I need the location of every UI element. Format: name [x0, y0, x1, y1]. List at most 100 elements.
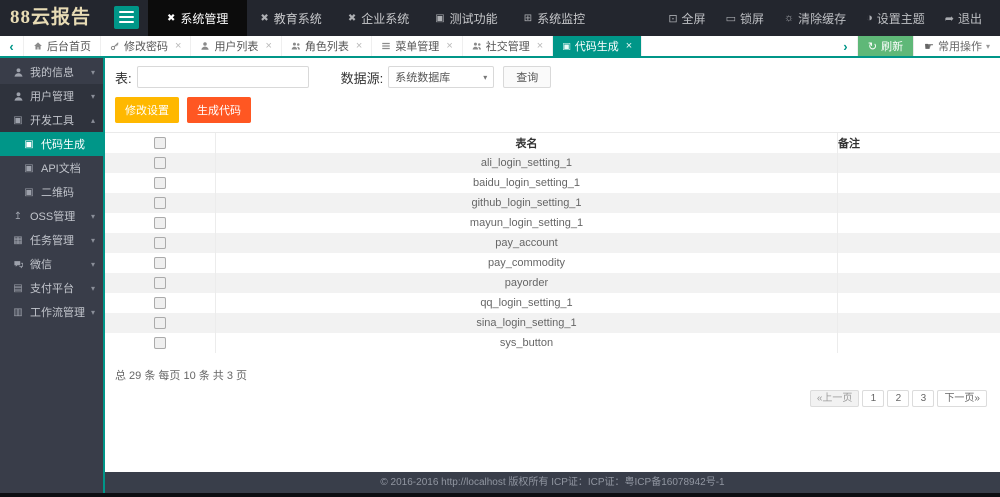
- close-icon[interactable]: ×: [356, 40, 362, 52]
- nav-item-education-system[interactable]: ✖ 教育系统: [247, 0, 334, 36]
- common-operations-dropdown[interactable]: ☛ 常用操作 ▾: [913, 36, 1000, 56]
- sidebar-item-label: 工作流管理: [30, 307, 85, 319]
- tab-label: 修改密码: [124, 41, 168, 53]
- sidebar-item-user-manage[interactable]: 用户管理 ▾: [0, 84, 103, 108]
- datasource-select[interactable]: 系统数据库 ▾: [388, 66, 495, 88]
- sidebar-item-workflow-manage[interactable]: ▥ 工作流管理 ▾: [0, 300, 103, 324]
- table-row: mayun_login_setting_1: [105, 213, 1000, 233]
- refresh-button[interactable]: ↻ 刷新: [857, 36, 914, 56]
- sidebar-item-label: 我的信息: [30, 67, 74, 79]
- remark-cell: [838, 213, 1000, 233]
- row-checkbox[interactable]: [154, 197, 166, 209]
- sidebar-item-label: API文档: [41, 163, 81, 175]
- table-name-cell: mayun_login_setting_1: [216, 213, 838, 233]
- row-checkbox[interactable]: [154, 257, 166, 269]
- modify-settings-button[interactable]: 修改设置: [115, 97, 179, 123]
- row-checkbox[interactable]: [154, 317, 166, 329]
- row-checkbox[interactable]: [154, 157, 166, 169]
- remark-cell: [838, 253, 1000, 273]
- page-button-1[interactable]: 1: [862, 390, 885, 407]
- row-checkbox[interactable]: [154, 337, 166, 349]
- table-name-cell: baidu_login_setting_1: [216, 173, 838, 193]
- next-page-button[interactable]: 下一页»: [937, 390, 987, 407]
- row-checkbox[interactable]: [154, 277, 166, 289]
- row-checkbox[interactable]: [154, 237, 166, 249]
- sidebar-item-qrcode[interactable]: ▣ 二维码: [0, 180, 103, 204]
- table-name-input[interactable]: [136, 66, 309, 88]
- wrench-icon: ✖: [347, 12, 357, 24]
- close-icon[interactable]: ×: [446, 40, 452, 52]
- nav-item-system-monitor[interactable]: ⊞ 系统监控: [511, 0, 598, 36]
- tabs-scroll-right-button[interactable]: ›: [834, 36, 858, 56]
- api-doc-icon: ▣: [24, 162, 34, 174]
- hamburger-menu-icon[interactable]: [114, 6, 139, 29]
- prev-page-button[interactable]: «上一页: [809, 390, 860, 407]
- row-checkbox[interactable]: [154, 297, 166, 309]
- logout-button[interactable]: ➦ 退出: [935, 10, 992, 27]
- tab-code-generate[interactable]: ▣ 代码生成 ×: [553, 36, 643, 56]
- query-button[interactable]: 查询: [503, 66, 552, 88]
- generate-code-button[interactable]: 生成代码: [187, 97, 251, 123]
- close-icon[interactable]: ×: [626, 40, 632, 52]
- sidebar-item-wechat[interactable]: 微信 ▾: [0, 252, 103, 276]
- nav-label: 企业系统: [361, 11, 410, 26]
- close-icon[interactable]: ×: [537, 40, 543, 52]
- refresh-icon: ↻: [867, 40, 878, 53]
- tab-role-list[interactable]: 角色列表 ×: [282, 36, 373, 56]
- table-name-cell: sina_login_setting_1: [216, 313, 838, 333]
- row-checkbox[interactable]: [154, 217, 166, 229]
- tab-social-manage[interactable]: 社交管理 ×: [463, 36, 554, 56]
- table-row: pay_account: [105, 233, 1000, 253]
- close-icon[interactable]: ×: [265, 40, 271, 52]
- sidebar-item-task-manage[interactable]: ▦ 任务管理 ▾: [0, 228, 103, 252]
- page-button-2[interactable]: 2: [887, 390, 910, 407]
- column-header-remark: 备注: [838, 138, 860, 150]
- top-nav: ✖ 系统管理 ✖ 教育系统 ✖ 企业系统 ▣ 测试功能 ⊞ 系统监控: [148, 0, 598, 36]
- tab-label: 社交管理: [485, 41, 530, 53]
- tab-backend-home[interactable]: 后台首页: [24, 36, 101, 56]
- list-icon: [381, 41, 391, 51]
- main-content: 表: 数据源: 系统数据库 ▾ 查询 修改设置 生成代码 表名 备注 ali_l…: [105, 58, 1000, 472]
- chevron-down-icon: ▾: [90, 67, 95, 77]
- exit-icon: ➦: [944, 12, 954, 25]
- fullscreen-button[interactable]: ⊡ 全屏: [658, 10, 715, 27]
- chevron-down-icon: ▾: [90, 259, 95, 269]
- nav-item-system-manage[interactable]: ✖ 系统管理: [148, 0, 248, 36]
- select-all-checkbox[interactable]: [154, 137, 166, 149]
- sidebar-item-label: 任务管理: [30, 235, 74, 247]
- sidebar-item-code-generate[interactable]: ▣ 代码生成: [0, 132, 103, 156]
- calendar-icon: ▦: [13, 234, 23, 246]
- chevron-down-icon: ▾: [90, 91, 95, 101]
- tab-change-password[interactable]: 修改密码 ×: [101, 36, 192, 56]
- remark-cell: [838, 153, 1000, 173]
- table-row: baidu_login_setting_1: [105, 173, 1000, 193]
- top-header: 88云报告 ✖ 系统管理 ✖ 教育系统 ✖ 企业系统 ▣ 测试功能 ⊞ 系统监控: [0, 0, 1000, 36]
- sidebar-item-label: 微信: [30, 259, 52, 271]
- lock-screen-button[interactable]: ▭ 锁屏: [716, 10, 774, 27]
- table-name-cell: ali_login_setting_1: [216, 153, 838, 173]
- page-button-3[interactable]: 3: [912, 390, 935, 407]
- sidebar-item-dev-tools[interactable]: ▣ 开发工具 ▴: [0, 108, 103, 132]
- wrench-icon: ✖: [167, 12, 176, 24]
- table-row: github_login_setting_1: [105, 193, 1000, 213]
- row-checkbox[interactable]: [154, 177, 166, 189]
- workflow-icon: ▥: [13, 306, 23, 318]
- tab-menu-manage[interactable]: 菜单管理 ×: [372, 36, 463, 56]
- sidebar-item-api-docs[interactable]: ▣ API文档: [0, 156, 103, 180]
- table-row: pay_commodity: [105, 253, 1000, 273]
- nav-item-test-function[interactable]: ▣ 测试功能: [422, 0, 510, 36]
- clear-cache-button[interactable]: ☼ 清除缓存: [774, 10, 856, 27]
- tabs-scroll-left-button[interactable]: ‹: [0, 36, 24, 56]
- sidebar-item-oss-manage[interactable]: ↥ OSS管理 ▾: [0, 204, 103, 228]
- chevron-down-icon: ▾: [483, 72, 488, 82]
- set-theme-button[interactable]: ◑ 设置主题: [856, 10, 935, 27]
- tab-user-list[interactable]: 用户列表 ×: [191, 36, 282, 56]
- sidebar-item-pay-platform[interactable]: ▤ 支付平台 ▾: [0, 276, 103, 300]
- column-header-table-name: 表名: [216, 133, 838, 153]
- table-header-row: 表名 备注: [105, 133, 1000, 153]
- close-icon[interactable]: ×: [175, 40, 181, 52]
- tab-bar: ‹ 后台首页 修改密码 × 用户列表 × 角色列表 × 菜单管理 × 社交管理 …: [0, 36, 1000, 58]
- chevron-down-icon: ▾: [90, 235, 95, 245]
- nav-item-enterprise-system[interactable]: ✖ 企业系统: [335, 0, 422, 36]
- sidebar-item-my-info[interactable]: 我的信息 ▾: [0, 60, 103, 84]
